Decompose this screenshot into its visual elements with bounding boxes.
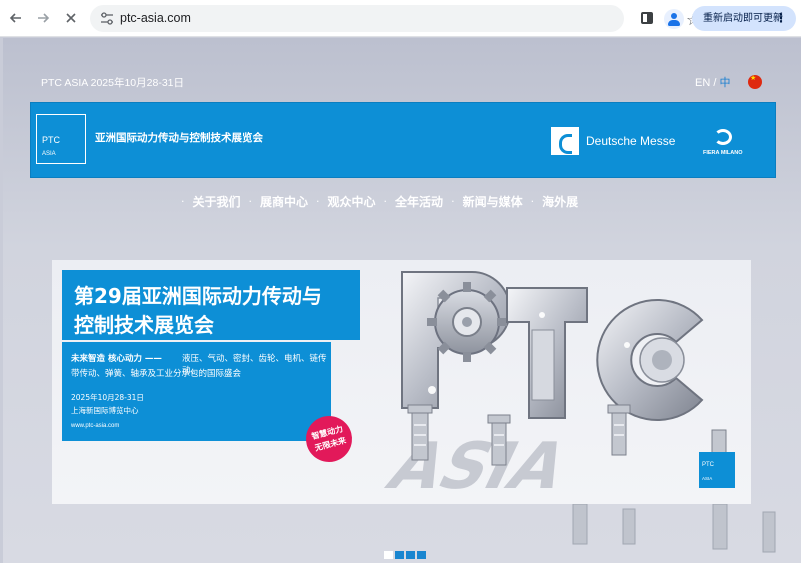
webpage: PTC ASIA 2025年10月28-31日 EN / 中 PTC ASIA …	[3, 38, 801, 563]
banner-website: www.ptc-asia.com	[71, 423, 120, 429]
site-title: 亚洲国际动力传动与控制技术展览会	[95, 132, 263, 144]
banner-info-box: 未来智造 核心动力 —— 液压、气动、密封、齿轮、电机、链传动、 带传动、弹簧、…	[62, 342, 331, 441]
nav-item-overseas[interactable]: 海外展	[542, 193, 578, 210]
nav-dot: ·	[530, 194, 535, 208]
main-navigation: · 关于我们 · 展商中心 · 观众中心 · 全年活动 · 新闻与媒体 · 海外…	[173, 193, 578, 209]
kebab-menu-icon[interactable]: ⋮	[775, 6, 787, 31]
banner-title-line1: 第29届亚洲国际动力传动与	[74, 284, 322, 308]
nav-item-visitors[interactable]: 观众中心	[328, 193, 376, 210]
banner-title-line2: 控制技术展览会	[74, 313, 214, 337]
url-text[interactable]: ptc-asia.com	[120, 11, 191, 25]
china-flag-icon[interactable]	[748, 75, 762, 89]
arrow-right-icon	[38, 13, 50, 23]
browser-toolbar: ptc-asia.com ☆ 重新启动即可更新 ⋮	[0, 0, 801, 37]
banner-slogan: 未来智造 核心动力 ——	[71, 354, 162, 364]
deutsche-messe-text: Deutsche Messe	[586, 134, 676, 148]
carousel-dot-3[interactable]	[406, 551, 415, 559]
nav-item-about[interactable]: 关于我们	[193, 193, 241, 210]
banner-date: 2025年10月28-31日	[71, 393, 144, 402]
nav-dot: ·	[181, 194, 185, 208]
banner-venue: 上海新国际博览中心	[71, 406, 139, 415]
nav-item-events[interactable]: 全年活动	[395, 193, 443, 210]
banner-ptc-logo: PTC ASIA	[699, 452, 735, 488]
banner-title-box: 第29届亚洲国际动力传动与 控制技术展览会	[62, 270, 360, 340]
lang-en-link[interactable]: EN	[695, 77, 710, 89]
carousel-pagination	[384, 551, 426, 559]
language-switcher: EN / 中	[695, 74, 730, 90]
fiera-milano-text: FIERA MILANO	[703, 150, 743, 156]
carousel-dot-1[interactable]	[384, 551, 393, 559]
logo-line1: PTC	[42, 135, 60, 145]
back-button[interactable]	[7, 9, 25, 27]
hero-banner[interactable]: ASIA 第29届亚洲国际动力传动与 控制技术展览会 未来智造 核心动力 —— …	[52, 260, 751, 504]
nav-item-exhibitors[interactable]: 展商中心	[260, 193, 308, 210]
close-icon	[66, 13, 76, 23]
forward-button[interactable]	[34, 9, 52, 27]
side-panel-icon[interactable]	[641, 12, 653, 24]
nav-dot: ·	[383, 194, 388, 208]
address-bar[interactable]: ptc-asia.com ☆	[90, 5, 700, 32]
ptc-machinery-illustration: ASIA	[377, 271, 727, 503]
carousel-dot-2[interactable]	[395, 551, 404, 559]
event-date: PTC ASIA 2025年10月28-31日	[41, 77, 184, 89]
arrow-left-icon	[9, 13, 21, 23]
banner-desc-line2: 带传动、弹簧、轴承及工业分承包的国际盛会	[71, 369, 242, 379]
update-label: 重新启动即可更新	[703, 13, 783, 24]
site-info-icon[interactable]	[100, 12, 114, 25]
lang-zh-link[interactable]: 中	[719, 77, 730, 89]
ptc-asia-logo[interactable]: PTC ASIA	[36, 114, 86, 164]
site-header: PTC ASIA 亚洲国际动力传动与控制技术展览会 Deutsche Messe…	[30, 102, 776, 178]
fiera-milano-logo-icon[interactable]	[714, 129, 732, 145]
nav-dot: ·	[451, 194, 455, 208]
logo-line2: ASIA	[42, 151, 56, 157]
nav-dot: ·	[248, 194, 253, 208]
background-machinery-decoration	[572, 504, 776, 553]
svg-text:ASIA: ASIA	[377, 428, 581, 503]
mini-logo-line1: PTC	[702, 462, 714, 468]
nav-dot: ·	[316, 194, 320, 208]
profile-avatar-icon[interactable]	[664, 9, 684, 29]
deutsche-messe-logo-icon[interactable]	[551, 127, 579, 155]
update-restart-button[interactable]: 重新启动即可更新 ⋮	[692, 6, 796, 31]
carousel-dot-4[interactable]	[417, 551, 426, 559]
mini-logo-line2: ASIA	[702, 476, 713, 481]
nav-item-news-media[interactable]: 新闻与媒体	[463, 193, 523, 210]
stop-button[interactable]	[62, 9, 80, 27]
